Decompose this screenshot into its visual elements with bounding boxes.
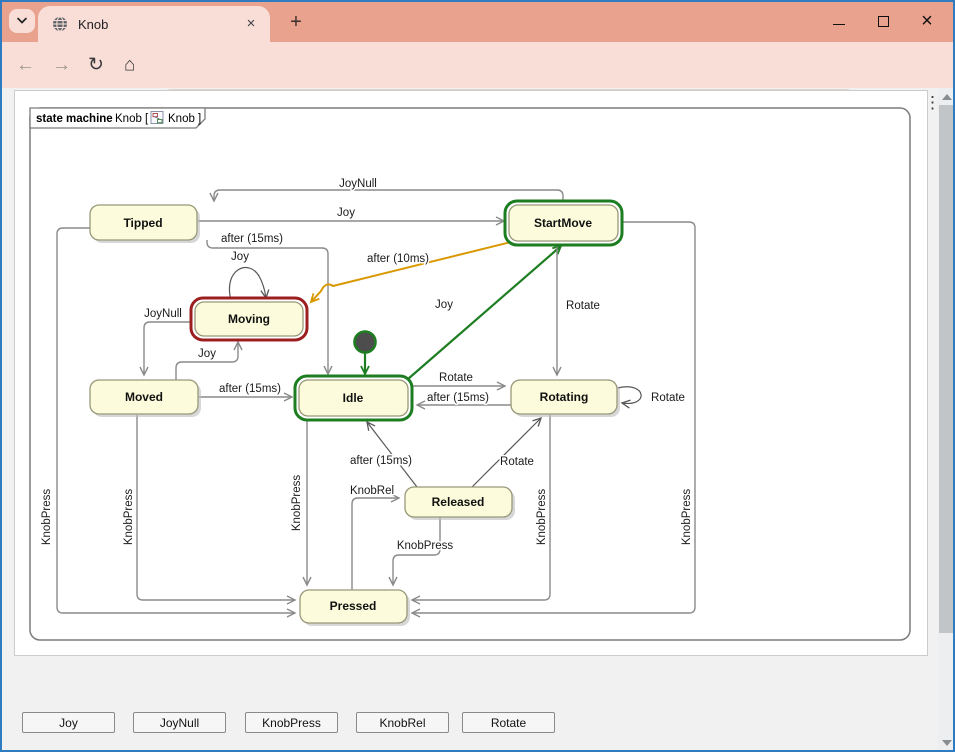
chevron-down-icon [16,17,28,25]
scrollbar-thumb[interactable] [939,105,954,633]
maximize-icon [878,16,889,27]
tab-title: Knob [78,17,242,32]
minimize-icon [833,24,845,25]
window-controls: × [817,0,949,42]
reload-button[interactable]: ↻ [88,56,104,75]
event-button-knobpress[interactable]: KnobPress [245,712,338,733]
home-button[interactable]: ⌂ [124,56,135,75]
tab-search-button[interactable] [9,9,35,33]
close-button[interactable]: × [905,5,949,37]
event-button-rotate[interactable]: Rotate [462,712,555,733]
minimize-button[interactable] [817,5,861,37]
browser-window: Knob × + × ← → ↻ ⌂ ☆ [0,0,955,752]
tab-strip: Knob × + × [0,0,955,42]
scroll-up-arrow-icon[interactable] [942,94,952,100]
forward-button[interactable]: → [52,56,71,75]
globe-icon [52,16,68,32]
tab-knob[interactable]: Knob × [38,6,270,42]
tab-close-icon[interactable]: × [242,15,260,33]
event-button-joynull[interactable]: JoyNull [133,712,226,733]
toolbar: ← → ↻ ⌂ ☆ ⋮ [0,42,955,88]
vertical-scrollbar[interactable] [938,88,955,752]
event-button-joy[interactable]: Joy [22,712,115,733]
event-button-knobrel[interactable]: KnobRel [356,712,449,733]
page-canvas [14,90,928,656]
back-button[interactable]: ← [16,56,35,75]
new-tab-button[interactable]: + [282,8,310,36]
maximize-button[interactable] [861,5,905,37]
scroll-down-arrow-icon[interactable] [942,740,952,746]
